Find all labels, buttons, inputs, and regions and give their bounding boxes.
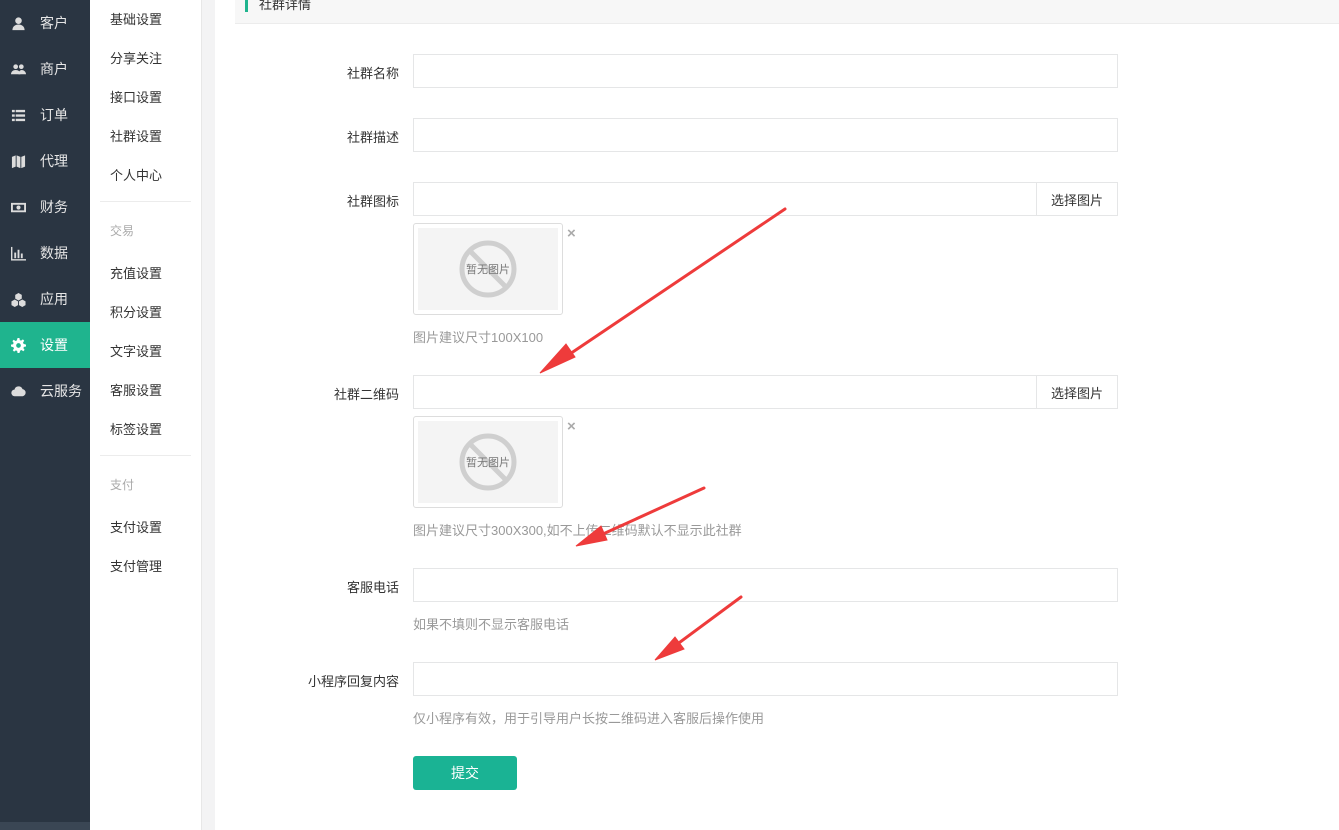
nav-item-label: 数据 (40, 245, 68, 261)
no-image-text: 暂无图片 (466, 264, 510, 276)
reply-help-text: 仅小程序有效，用于引导用户长按二维码进入客服后操作使用 (413, 711, 765, 726)
nav-footer (0, 822, 90, 830)
nav-item-label: 客户 (40, 15, 68, 31)
submenu-item-text[interactable]: 文字设置 (90, 332, 201, 371)
nav-item-agent[interactable]: 代理 (0, 138, 90, 184)
icon-help-text: 图片建议尺寸100X100 (413, 330, 544, 345)
nav-item-merchant[interactable]: 商户 (0, 46, 90, 92)
submit-button[interactable]: 提交 (413, 756, 517, 790)
community-desc-input[interactable] (413, 118, 1118, 152)
submenu-item-points[interactable]: 积分设置 (90, 293, 201, 332)
nav-item-finance[interactable]: 财务 (0, 184, 90, 230)
nav-item-label: 设置 (40, 337, 68, 353)
qrcode-help-text: 图片建议尺寸300X300,如不上传二维码默认不显示此社群 (413, 523, 742, 538)
community-icon-label: 社群图标 (346, 194, 399, 209)
submenu-item-basic[interactable]: 基础设置 (90, 0, 201, 39)
choose-icon-image-button[interactable]: 选择图片 (1036, 182, 1118, 216)
service-phone-input[interactable] (413, 568, 1118, 602)
community-icon-input[interactable] (413, 182, 1036, 216)
submenu-item-community[interactable]: 社群设置 (90, 117, 201, 156)
remove-qrcode-image-button[interactable]: × (567, 418, 576, 435)
community-qrcode-label: 社群二维码 (333, 387, 399, 402)
submenu-group-pay: 支付 (110, 478, 135, 492)
no-image-text: 暂无图片 (466, 457, 510, 469)
user-icon (10, 15, 26, 31)
money-icon (10, 199, 26, 215)
service-phone-label: 客服电话 (346, 580, 399, 595)
image-placeholder: 暂无图片 (418, 421, 558, 503)
community-desc-label: 社群描述 (346, 130, 399, 145)
nav-item-cloud[interactable]: 云服务 (0, 368, 90, 414)
content-gutter (202, 0, 215, 830)
content-panel: 社群详情 社群名称 社群描述 社群图标 选择图片 暂无图片 × 图片建议尺寸10… (215, 0, 1339, 830)
submenu-item-pay-manage[interactable]: 支付管理 (90, 547, 201, 586)
submenu-group-trade: 交易 (110, 224, 135, 238)
community-icon-field: 选择图片 (413, 182, 1118, 216)
nav-item-label: 云服务 (40, 383, 82, 399)
nav-item-label: 商户 (40, 61, 68, 77)
list-icon (10, 107, 26, 123)
community-name-label: 社群名称 (346, 66, 399, 81)
cubes-icon (10, 291, 26, 307)
panel-title: 社群详情 (259, 0, 312, 12)
nav-item-data[interactable]: 数据 (0, 230, 90, 276)
miniprogram-reply-input[interactable] (413, 662, 1118, 696)
community-name-input[interactable] (413, 54, 1118, 88)
nav-item-customer[interactable]: 客户 (0, 0, 90, 46)
submenu-item-tags[interactable]: 标签设置 (90, 410, 201, 449)
gear-icon (10, 337, 26, 353)
submenu-item-share[interactable]: 分享关注 (90, 39, 201, 78)
nav-item-label: 财务 (40, 199, 68, 215)
submenu-item-service[interactable]: 客服设置 (90, 371, 201, 410)
panel-header: 社群详情 (235, 0, 1339, 24)
community-qrcode-input[interactable] (413, 375, 1036, 409)
nav-item-settings[interactable]: 设置 (0, 322, 90, 368)
nav-item-label: 代理 (40, 153, 68, 169)
users-icon (10, 61, 26, 77)
main-nav: 客户 商户 订单 代理 财务 数据 应用 设置 云服务 (0, 0, 90, 830)
submenu-item-recharge[interactable]: 充值设置 (90, 254, 201, 293)
icon-preview: 暂无图片 (413, 223, 563, 315)
nav-item-order[interactable]: 订单 (0, 92, 90, 138)
nav-item-apps[interactable]: 应用 (0, 276, 90, 322)
miniprogram-reply-label: 小程序回复内容 (307, 674, 399, 689)
cloud-icon (10, 383, 26, 399)
community-qrcode-field: 选择图片 (413, 375, 1118, 409)
phone-help-text: 如果不填则不显示客服电话 (413, 617, 570, 632)
nav-item-label: 订单 (40, 107, 68, 123)
map-icon (10, 153, 26, 169)
submenu-item-pay-settings[interactable]: 支付设置 (90, 508, 201, 547)
panel-header-accent (245, 0, 248, 12)
nav-item-label: 应用 (40, 291, 68, 307)
remove-icon-image-button[interactable]: × (567, 225, 576, 242)
choose-qrcode-image-button[interactable]: 选择图片 (1036, 375, 1118, 409)
bar-chart-icon (10, 245, 26, 261)
qrcode-preview: 暂无图片 (413, 416, 563, 508)
submenu-item-api[interactable]: 接口设置 (90, 78, 201, 117)
image-placeholder: 暂无图片 (418, 228, 558, 310)
submenu-item-profile[interactable]: 个人中心 (90, 156, 201, 195)
settings-submenu: 基础设置 分享关注 接口设置 社群设置 个人中心 交易 充值设置 积分设置 文字… (90, 0, 202, 830)
